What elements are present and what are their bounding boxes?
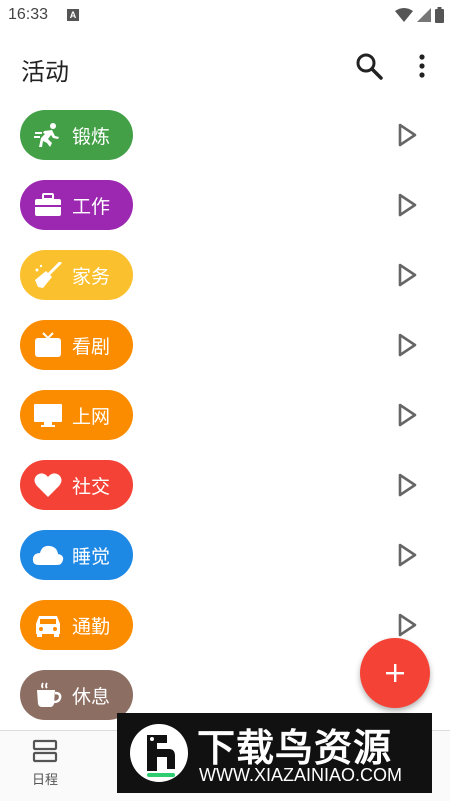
broom-icon xyxy=(32,259,64,291)
activity-label: 工作 xyxy=(72,195,111,218)
coffee-icon xyxy=(32,679,64,711)
more-vert-icon[interactable] xyxy=(410,52,434,80)
status-icons xyxy=(395,6,444,24)
activity-chip[interactable]: 家务 xyxy=(20,250,133,300)
activity-row-sleep[interactable]: 睡觉 xyxy=(0,520,450,590)
activity-row-work[interactable]: 工作 xyxy=(0,170,450,240)
play-icon[interactable] xyxy=(394,612,420,638)
activity-chip[interactable]: 社交 xyxy=(20,460,133,510)
activity-chip[interactable]: 通勤 xyxy=(20,600,133,650)
play-icon[interactable] xyxy=(394,122,420,148)
monitor-icon xyxy=(32,399,64,431)
play-icon[interactable] xyxy=(394,262,420,288)
activity-chip[interactable]: 锻炼 xyxy=(20,110,133,160)
activity-label: 睡觉 xyxy=(72,545,111,568)
running-icon xyxy=(32,119,64,151)
watermark-banner: 下载鸟资源 WWW.XIAZAINIAO.COM xyxy=(117,713,432,793)
play-icon[interactable] xyxy=(394,332,420,358)
heart-icon xyxy=(32,469,64,501)
car-icon xyxy=(32,609,64,641)
battery-icon xyxy=(435,7,444,23)
watermark-url: WWW.XIAZAINIAO.COM xyxy=(199,765,402,785)
status-time: 16:33 xyxy=(8,6,49,23)
activity-row-tv[interactable]: 看剧 xyxy=(0,310,450,380)
cloud-icon xyxy=(32,539,64,571)
bird-logo xyxy=(130,724,188,782)
activity-label: 家务 xyxy=(72,265,111,288)
play-icon[interactable] xyxy=(394,542,420,568)
play-icon[interactable] xyxy=(394,402,420,428)
search-icon[interactable] xyxy=(355,52,383,80)
nav-item-schedule[interactable]: 日程 xyxy=(20,739,70,795)
app-bar: 活动 xyxy=(0,30,450,102)
activity-label: 社交 xyxy=(72,475,111,498)
activity-chip[interactable]: 上网 xyxy=(20,390,133,440)
page-title: 活动 xyxy=(21,58,69,86)
signal-icon xyxy=(417,8,431,22)
nav-label: 日程 xyxy=(31,773,58,788)
activity-label: 休息 xyxy=(72,685,111,708)
activity-label: 上网 xyxy=(72,405,111,428)
activity-row-chores[interactable]: 家务 xyxy=(0,240,450,310)
plus-icon xyxy=(386,664,404,682)
wifi-icon xyxy=(395,8,413,22)
play-icon[interactable] xyxy=(394,472,420,498)
watermark-title: 下载鸟资源 xyxy=(197,726,393,770)
activity-chip[interactable]: 工作 xyxy=(20,180,133,230)
tv-icon xyxy=(32,329,64,361)
activity-chip[interactable]: 睡觉 xyxy=(20,530,133,580)
activity-label: 通勤 xyxy=(72,615,111,638)
activity-row-exercise[interactable]: 锻炼 xyxy=(0,100,450,170)
play-icon[interactable] xyxy=(394,192,420,218)
add-activity-button[interactable] xyxy=(360,638,430,708)
status-bar: 16:33 A xyxy=(0,0,450,30)
activity-label: 看剧 xyxy=(72,335,111,358)
activity-row-social[interactable]: 社交 xyxy=(0,450,450,520)
briefcase-icon xyxy=(32,189,64,221)
activity-chip[interactable]: 看剧 xyxy=(20,320,133,370)
activity-label: 锻炼 xyxy=(72,125,111,148)
activity-row-internet[interactable]: 上网 xyxy=(0,380,450,450)
schedule-icon xyxy=(32,739,58,763)
notification-icon: A xyxy=(67,9,79,21)
